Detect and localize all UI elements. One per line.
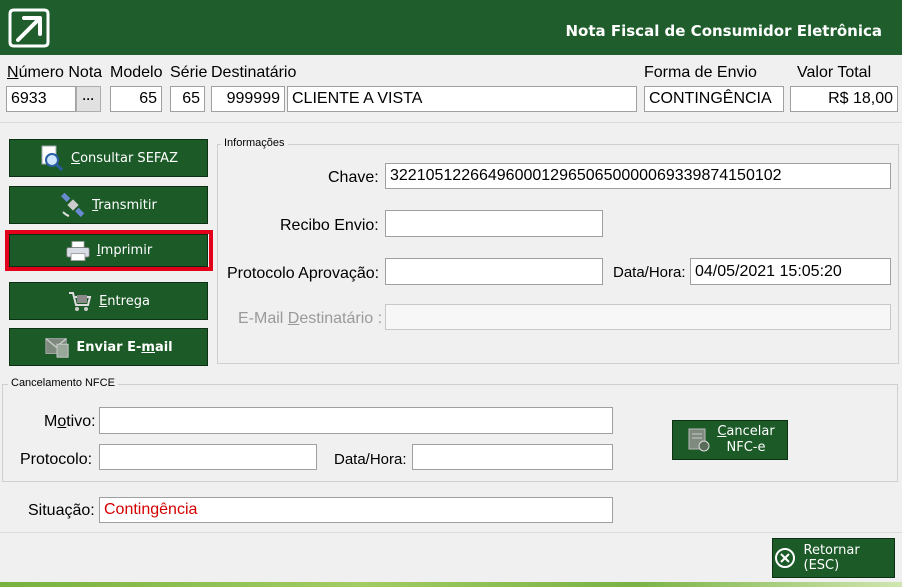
app-title: Nota Fiscal de Consumidor Eletrônica bbox=[565, 22, 882, 40]
cancel-document-icon bbox=[685, 427, 711, 453]
close-circle-icon bbox=[773, 545, 798, 571]
data-hora-field[interactable]: 04/05/2021 15:05:20 bbox=[690, 258, 891, 285]
forma-envio-field[interactable]: CONTINGÊNCIA bbox=[644, 86, 784, 112]
modelo-label: Modelo bbox=[110, 64, 163, 81]
chave-label: Chave: bbox=[328, 169, 379, 186]
motivo-field[interactable] bbox=[99, 407, 613, 434]
forma-envio-label: Forma de Envio bbox=[644, 64, 757, 81]
data-hora-label: Data/Hora: bbox=[613, 264, 686, 281]
entrega-button[interactable]: Entrega bbox=[9, 282, 208, 320]
email-destinatario-field bbox=[385, 304, 891, 330]
protocolo-aprovacao-field[interactable] bbox=[385, 258, 603, 285]
divider bbox=[0, 532, 902, 533]
shopping-cart-icon bbox=[67, 288, 93, 314]
divider bbox=[0, 122, 902, 123]
informacoes-group-title: Informações bbox=[221, 137, 288, 149]
enviar-email-button[interactable]: Enviar E-mail bbox=[9, 328, 208, 366]
protocolo-aprovacao-label: Protocolo Aprovação: bbox=[227, 265, 380, 282]
motivo-label: Motivo: bbox=[44, 413, 96, 430]
modelo-field[interactable]: 65 bbox=[110, 86, 162, 112]
magnifier-document-icon bbox=[39, 145, 65, 171]
numero-nota-field[interactable]: 6933 bbox=[6, 86, 76, 112]
cancel-data-hora-label: Data/Hora: bbox=[334, 451, 407, 468]
situacao-field: Contingência bbox=[99, 497, 613, 523]
situacao-label: Situação: bbox=[28, 502, 95, 519]
chave-field[interactable]: 3221051226649600012965065000006933987415… bbox=[385, 163, 891, 189]
numero-nota-lookup-button[interactable]: ··· bbox=[76, 86, 101, 112]
destinatario-code-field[interactable]: 999999 bbox=[211, 86, 285, 112]
consultar-sefaz-button[interactable]: Consultar SEFAZ bbox=[9, 139, 208, 177]
retornar-label: Retornar (ESC) bbox=[803, 543, 860, 573]
cancelar-nfce-button[interactable]: Cancelar NFC-e bbox=[672, 420, 788, 460]
retornar-button[interactable]: Retornar (ESC) bbox=[772, 538, 895, 578]
valor-total-field[interactable]: R$ 18,00 bbox=[790, 86, 898, 112]
numero-nota-label: Número Nota bbox=[7, 64, 103, 81]
serie-field[interactable]: 65 bbox=[170, 86, 205, 112]
serie-label: Série bbox=[170, 64, 208, 81]
cancelar-nfce-label: Cancelar NFC-e bbox=[717, 424, 775, 455]
imprimir-highlight-frame bbox=[5, 230, 213, 271]
satellite-icon bbox=[60, 192, 86, 218]
cancel-protocolo-label: Protocolo: bbox=[20, 451, 93, 468]
email-document-icon bbox=[44, 334, 70, 360]
destinatario-label: Destinatário bbox=[211, 64, 297, 81]
cancel-data-hora-field[interactable] bbox=[412, 444, 613, 470]
recibo-envio-field[interactable] bbox=[385, 210, 603, 237]
valor-total-label: Valor Total bbox=[797, 64, 872, 81]
cancel-protocolo-field[interactable] bbox=[99, 444, 317, 470]
recibo-envio-label: Recibo Envio: bbox=[280, 217, 379, 234]
enviar-email-label: Enviar E-mail bbox=[76, 339, 173, 355]
destinatario-name-field[interactable]: CLIENTE A VISTA bbox=[287, 86, 637, 112]
app-logo-icon bbox=[6, 6, 52, 50]
transmitir-label: Transmitir bbox=[92, 197, 157, 213]
entrega-label: Entrega bbox=[99, 293, 150, 309]
email-destinatario-label: E-Mail Destinatário : bbox=[238, 310, 383, 327]
bottom-stripe bbox=[0, 582, 902, 587]
transmitir-button[interactable]: Transmitir bbox=[9, 186, 208, 224]
cancelamento-group-title: Cancelamento NFCE bbox=[8, 377, 118, 389]
consultar-sefaz-label: Consultar SEFAZ bbox=[71, 150, 178, 166]
